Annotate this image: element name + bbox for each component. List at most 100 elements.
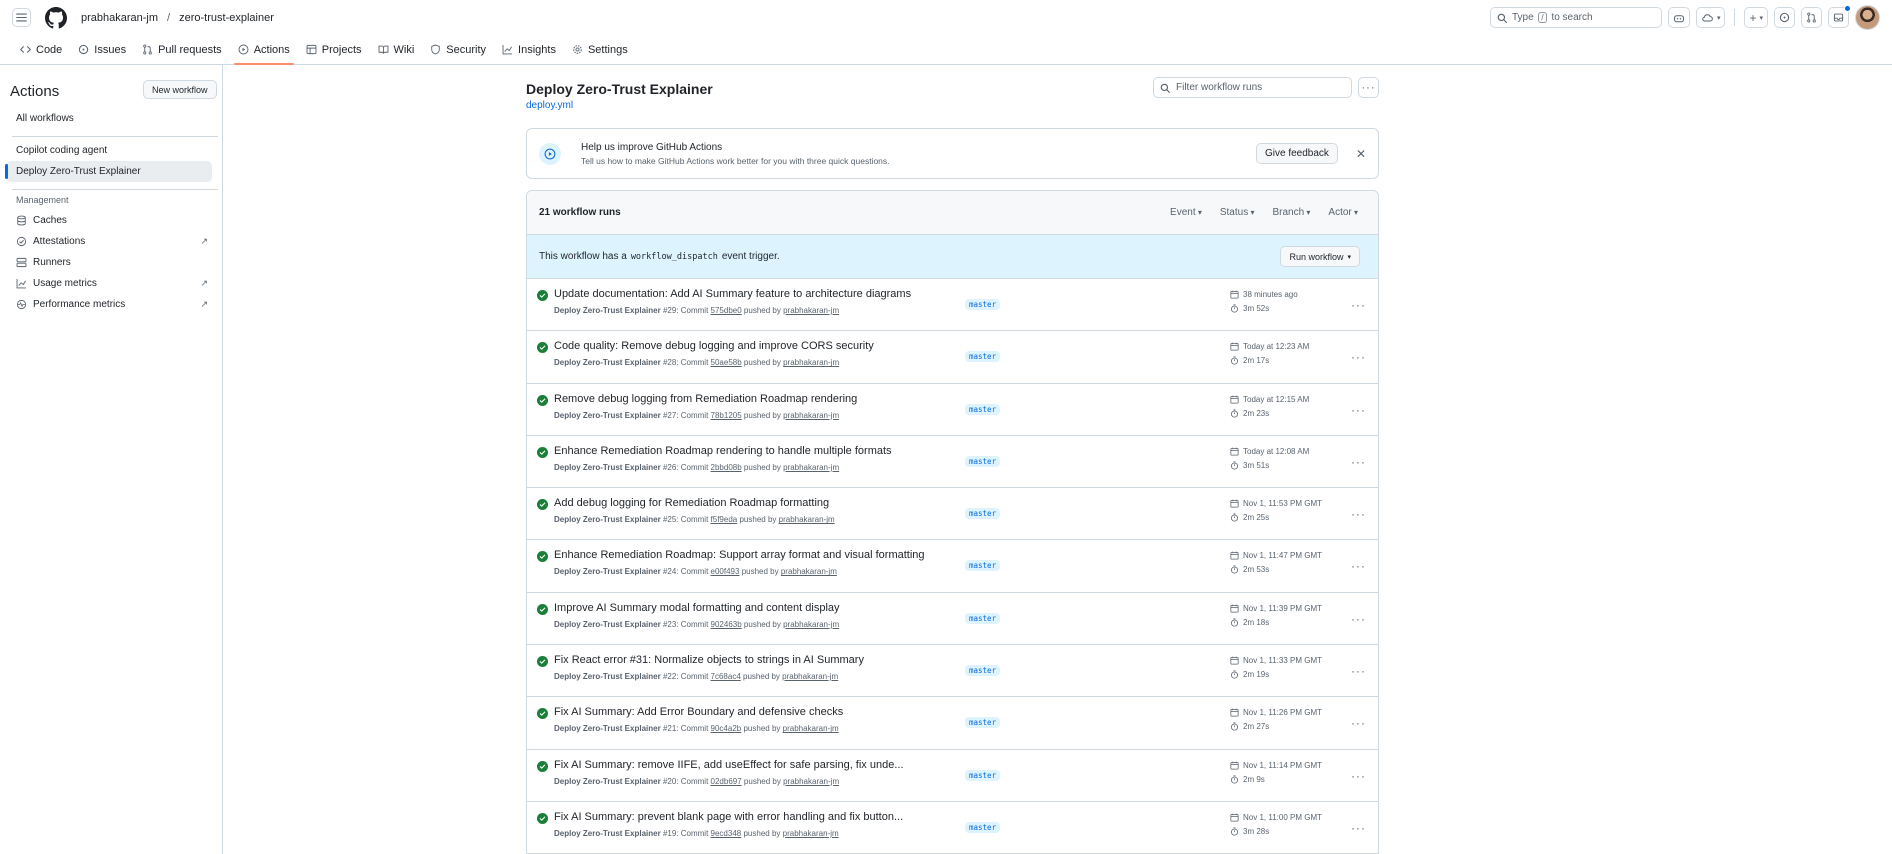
new-workflow-button[interactable]: New workflow [143,80,217,99]
branch-badge[interactable]: master [965,560,1001,572]
actor-filter-dropdown[interactable]: Actor [1328,207,1358,218]
commit-sha-link[interactable]: 9ecd348 [711,829,742,838]
commit-sha-link[interactable]: 78b1205 [711,411,742,420]
run-title[interactable]: Enhance Remediation Roadmap rendering to… [554,445,892,457]
branch-badge[interactable]: master [965,612,1001,624]
event-filter-dropdown[interactable]: Event [1170,207,1202,218]
table-row[interactable]: Fix AI Summary: prevent blank page with … [527,802,1378,854]
run-title[interactable]: Improve AI Summary modal formatting and … [554,602,840,614]
kebab-horizontal-icon[interactable]: ··· [1351,821,1366,835]
run-title[interactable]: Fix React error #31: Normalize objects t… [554,654,864,666]
branch-badge[interactable]: master [965,821,1001,833]
kebab-horizontal-icon[interactable]: ··· [1351,664,1366,678]
give-feedback-button[interactable]: Give feedback [1256,143,1338,164]
table-row[interactable]: Remove debug logging from Remediation Ro… [527,384,1378,436]
issues-button[interactable] [1774,7,1795,28]
table-row[interactable]: Enhance Remediation Roadmap: Support arr… [527,540,1378,593]
sidebar-item-deploy-zero-trust-explainer[interactable]: Deploy Zero-Trust Explainer [5,161,212,182]
actor-link[interactable]: prabhakaran-jm [783,724,839,733]
create-new-button[interactable]: + ▾ [1744,7,1768,28]
actor-link[interactable]: prabhakaran-jm [783,306,839,315]
actor-link[interactable]: prabhakaran-jm [783,829,839,838]
run-title[interactable]: Add debug logging for Remediation Roadma… [554,497,829,509]
run-title[interactable]: Fix AI Summary: Add Error Boundary and d… [554,706,843,718]
run-title[interactable]: Remove debug logging from Remediation Ro… [554,393,857,405]
close-icon[interactable]: ✕ [1356,147,1366,161]
branch-badge[interactable]: master [965,665,1001,677]
tab-code[interactable]: Code [12,35,70,64]
branch-badge[interactable]: master [965,717,1001,729]
commit-sha-link[interactable]: 02db697 [711,777,742,786]
sidebar-item-attestations[interactable]: Attestations ↗ [6,231,212,252]
actor-link[interactable]: prabhakaran-jm [781,567,837,576]
commit-sha-link[interactable]: 50ae58b [711,358,742,367]
workflow-file-link[interactable]: deploy.yml [526,100,573,111]
sidebar-item-performance-metrics[interactable]: Performance metrics ↗ [6,294,212,315]
table-row[interactable]: Enhance Remediation Roadmap rendering to… [527,436,1378,489]
branch-badge[interactable]: master [965,403,1001,415]
sidebar-item-copilot-coding-agent[interactable]: Copilot coding agent [6,140,212,161]
run-workflow-button[interactable]: Run workflow ▾ [1280,246,1360,267]
kebab-horizontal-icon[interactable]: ··· [1351,403,1366,417]
branch-badge[interactable]: master [965,769,1001,781]
kebab-horizontal-icon[interactable]: ··· [1351,455,1366,469]
repo-link[interactable]: zero-trust-explainer [179,12,274,24]
table-row[interactable]: Fix AI Summary: remove IIFE, add useEffe… [527,750,1378,802]
copilot-button[interactable] [1667,7,1690,28]
kebab-horizontal-icon[interactable]: ··· [1351,507,1366,521]
actor-link[interactable]: prabhakaran-jm [783,620,839,629]
run-title[interactable]: Fix AI Summary: prevent blank page with … [554,811,903,823]
table-row[interactable]: Improve AI Summary modal formatting and … [527,593,1378,646]
actor-link[interactable]: prabhakaran-jm [783,777,839,786]
workflow-menu-button[interactable]: ··· [1358,77,1379,98]
table-row[interactable]: Add debug logging for Remediation Roadma… [527,488,1378,541]
run-title[interactable]: Enhance Remediation Roadmap: Support arr… [554,549,925,561]
table-row[interactable]: Update documentation: Add AI Summary fea… [527,279,1378,332]
branch-badge[interactable]: master [965,455,1001,467]
kebab-horizontal-icon[interactable]: ··· [1351,298,1366,312]
tab-settings[interactable]: Settings [564,35,636,64]
run-title[interactable]: Update documentation: Add AI Summary fea… [554,288,911,300]
actor-link[interactable]: prabhakaran-jm [782,672,838,681]
branch-badge[interactable]: master [965,299,1001,310]
search-input[interactable]: Type / to search [1489,7,1662,28]
github-logo-icon[interactable] [45,6,67,29]
actor-link[interactable]: prabhakaran-jm [783,358,839,367]
tab-wiki[interactable]: Wiki [370,35,423,64]
branch-badge[interactable]: master [965,508,1001,520]
run-title[interactable]: Fix AI Summary: remove IIFE, add useEffe… [554,759,904,771]
owner-link[interactable]: prabhakaran-jm [81,12,158,24]
kebab-horizontal-icon[interactable]: ··· [1351,559,1366,573]
avatar[interactable] [1855,5,1880,30]
tab-issues[interactable]: Issues [70,35,134,64]
sidebar-item-usage-metrics[interactable]: Usage metrics ↗ [6,273,212,294]
tab-security[interactable]: Security [422,35,494,64]
commit-sha-link[interactable]: 2bbd08b [711,463,742,472]
tab-pull-requests[interactable]: Pull requests [134,35,230,64]
actor-link[interactable]: prabhakaran-jm [779,515,835,524]
actor-link[interactable]: prabhakaran-jm [783,463,839,472]
sidebar-item-runners[interactable]: Runners [6,252,212,273]
table-row[interactable]: Fix React error #31: Normalize objects t… [527,645,1378,698]
commit-sha-link[interactable]: 90c4a2b [711,724,742,733]
branch-badge[interactable]: master [965,351,1001,363]
branch-filter-dropdown[interactable]: Branch [1272,207,1310,218]
copilot-menu-button[interactable]: ▾ [1695,7,1726,28]
commit-sha-link[interactable]: 7c68ac4 [711,672,741,681]
pull-requests-button[interactable] [1801,7,1822,28]
table-row[interactable]: Fix AI Summary: Add Error Boundary and d… [527,697,1378,750]
tab-projects[interactable]: Projects [298,35,370,64]
tab-actions[interactable]: Actions [230,35,298,65]
tab-insights[interactable]: Insights [494,35,564,64]
kebab-horizontal-icon[interactable]: ··· [1351,350,1366,364]
kebab-horizontal-icon[interactable]: ··· [1351,612,1366,626]
sidebar-item-all-workflows[interactable]: All workflows [6,108,212,129]
commit-sha-link[interactable]: f5f9eda [711,515,738,524]
table-row[interactable]: Code quality: Remove debug logging and i… [527,331,1378,384]
notifications-button[interactable] [1828,5,1851,28]
sidebar-item-caches[interactable]: Caches [6,210,212,231]
actor-link[interactable]: prabhakaran-jm [783,411,839,420]
run-title[interactable]: Code quality: Remove debug logging and i… [554,340,874,352]
commit-sha-link[interactable]: 575dbe0 [711,306,742,315]
kebab-horizontal-icon[interactable]: ··· [1351,716,1366,730]
